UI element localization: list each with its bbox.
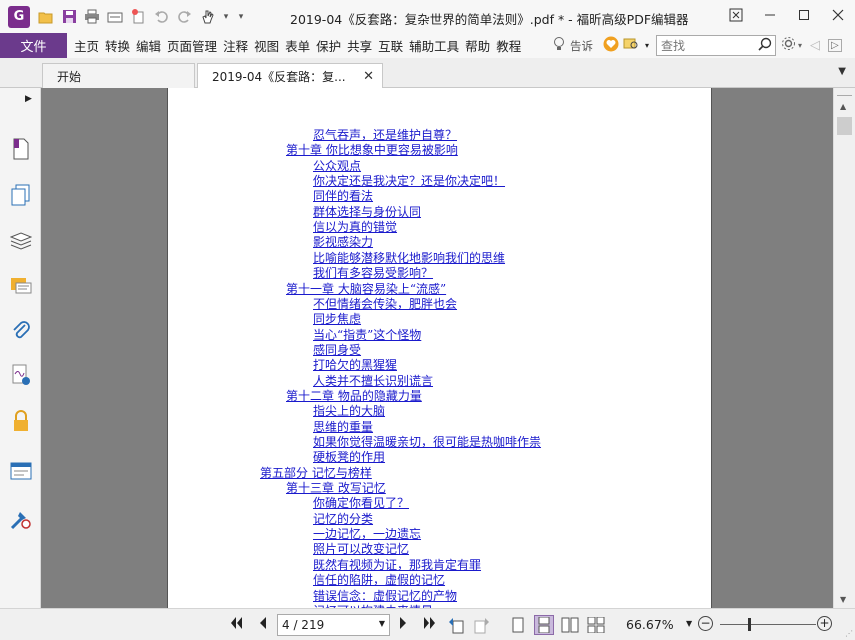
tell-me-label: 告诉 xyxy=(570,38,593,53)
search-icon[interactable] xyxy=(758,37,772,55)
hand-tool-icon[interactable] xyxy=(197,7,217,27)
expand-panel-icon[interactable]: ▶ xyxy=(25,94,32,104)
ribbon-toggle-icon[interactable] xyxy=(719,1,753,29)
ribbon-tabs: 主页 转换 编辑 页面管理 注释 视图 表单 保护 共享 互联 辅助工具 帮助 … xyxy=(71,36,524,55)
vertical-scrollbar[interactable]: ▲ ▼ xyxy=(833,88,855,608)
toc-link[interactable]: 第十章 你比想象中更容易被影响 xyxy=(286,141,458,158)
continuous-facing-view-icon[interactable] xyxy=(586,615,606,635)
zoom-slider-track[interactable] xyxy=(720,624,816,625)
ribbon-scroll-right-icon[interactable]: ▷ xyxy=(828,39,842,52)
zoom-out-icon[interactable]: − xyxy=(698,616,713,631)
close-icon[interactable] xyxy=(821,1,855,29)
file-menu-button[interactable]: 文件 xyxy=(0,33,67,58)
attachments-icon[interactable] xyxy=(10,320,32,342)
accessibility-check-icon[interactable] xyxy=(10,508,32,530)
last-page-icon[interactable] xyxy=(422,616,436,634)
scroll-up-icon[interactable]: ▲ xyxy=(840,102,846,111)
menu-view[interactable]: 视图 xyxy=(251,36,282,55)
page-dropdown-icon[interactable]: ▼ xyxy=(379,619,385,628)
lightbulb-icon xyxy=(552,36,566,55)
continuous-page-view-icon[interactable] xyxy=(534,615,554,635)
settings-gear-icon[interactable] xyxy=(781,36,796,55)
previous-page-icon[interactable] xyxy=(258,616,268,634)
menu-connect[interactable]: 互联 xyxy=(375,36,406,55)
new-document-icon[interactable] xyxy=(128,7,148,27)
tab-label: 2019-04《反套路：复... xyxy=(212,70,346,84)
find-options-icon[interactable] xyxy=(623,37,641,54)
menu-protect[interactable]: 保护 xyxy=(313,36,344,55)
security-lock-icon[interactable] xyxy=(10,410,32,432)
menu-tutorial[interactable]: 教程 xyxy=(493,36,524,55)
document-tab-bar: 开始 2019-04《反套路：复... ✕ ▼ xyxy=(0,58,855,89)
maximize-icon[interactable] xyxy=(787,1,821,29)
layers-icon[interactable] xyxy=(10,230,32,252)
print-icon[interactable] xyxy=(82,7,102,27)
scroll-down-icon[interactable]: ▼ xyxy=(840,595,846,604)
find-dropdown-icon[interactable]: ▾ xyxy=(645,41,649,50)
signatures-icon[interactable] xyxy=(10,364,32,386)
menu-comment[interactable]: 注释 xyxy=(220,36,251,55)
customize-toolbar-icon[interactable]: ▾ xyxy=(235,7,247,27)
split-handle[interactable] xyxy=(837,88,852,96)
tab-document[interactable]: 2019-04《反套路：复... ✕ xyxy=(197,63,383,89)
facing-pages-view-icon[interactable] xyxy=(560,615,580,635)
save-icon[interactable] xyxy=(59,7,79,27)
toolbar-dropdown-icon[interactable]: ▾ xyxy=(220,7,232,27)
page-number-value: 4 / 219 xyxy=(282,618,325,632)
menu-home[interactable]: 主页 xyxy=(71,36,102,55)
content-icon[interactable] xyxy=(10,460,32,482)
scan-icon[interactable] xyxy=(105,7,125,27)
menu-help[interactable]: 帮助 xyxy=(462,36,493,55)
comments-icon[interactable] xyxy=(10,276,32,298)
tab-list-dropdown-icon[interactable]: ▼ xyxy=(838,66,846,77)
settings-dropdown-icon[interactable]: ▾ xyxy=(798,41,802,50)
menu-share[interactable]: 共享 xyxy=(344,36,375,55)
previous-view-icon[interactable] xyxy=(446,615,466,635)
window-title: 2019-04《反套路：复杂世界的简单法则》.pdf * - 福昕高级PDF编辑… xyxy=(290,12,689,27)
document-view[interactable]: 忍气吞声，还是维护自尊？ 第十章 你比想象中更容易被影响 公众观点 你决定还是我决定？… xyxy=(41,88,833,608)
menu-tools: ▾ ◁ ▷ xyxy=(781,36,842,55)
menu-accessibility[interactable]: 辅助工具 xyxy=(406,36,462,55)
single-page-view-icon[interactable] xyxy=(508,615,528,635)
zoom-slider-handle[interactable] xyxy=(748,618,751,631)
tab-start[interactable]: 开始 xyxy=(42,63,195,88)
menu-bar: 文件 主页 转换 编辑 页面管理 注释 视图 表单 保护 共享 互联 辅助工具 … xyxy=(0,33,855,58)
menu-edit[interactable]: 编辑 xyxy=(133,36,164,55)
ribbon-scroll-left-icon[interactable]: ◁ xyxy=(810,38,820,53)
search-box[interactable] xyxy=(656,35,776,56)
app-logo-icon[interactable]: G xyxy=(8,5,30,28)
navigation-panel: ▶ xyxy=(0,88,41,608)
zoom-dropdown-icon[interactable]: ▼ xyxy=(686,619,692,628)
zoom-level[interactable]: 66.67% xyxy=(626,617,674,632)
heart-icon[interactable] xyxy=(603,36,619,55)
menu-organize[interactable]: 页面管理 xyxy=(164,36,220,55)
scroll-thumb[interactable] xyxy=(837,117,852,135)
menu-convert[interactable]: 转换 xyxy=(102,36,133,55)
next-view-icon[interactable] xyxy=(472,615,492,635)
first-page-icon[interactable] xyxy=(230,616,244,634)
pdf-page[interactable]: 忍气吞声，还是维护自尊？ 第十章 你比想象中更容易被影响 公众观点 你决定还是我决定？… xyxy=(167,88,712,608)
status-bar: 4 / 219 ▼ 66.67% ▼ − + ⋰ xyxy=(0,608,855,640)
quick-access-toolbar: ▾ ▾ xyxy=(36,7,247,27)
page-number-field[interactable]: 4 / 219 ▼ xyxy=(277,614,390,636)
bookmark-icon[interactable] xyxy=(10,138,32,160)
tell-me[interactable]: 告诉 ▾ xyxy=(552,33,649,58)
window-controls xyxy=(719,0,855,30)
redo-icon[interactable] xyxy=(174,7,194,27)
minimize-icon[interactable] xyxy=(753,1,787,29)
title-bar: G ▾ ▾ 2019-04《反套路：复杂世界的简单法则》.pdf * - 福昕高… xyxy=(0,0,855,33)
search-input[interactable] xyxy=(661,38,757,53)
page-thumbnails-icon[interactable] xyxy=(10,184,32,206)
menu-form[interactable]: 表单 xyxy=(282,36,313,55)
open-folder-icon[interactable] xyxy=(36,7,56,27)
resize-grip-icon[interactable]: ⋰ xyxy=(845,629,853,638)
tab-close-icon[interactable]: ✕ xyxy=(363,69,374,84)
zoom-in-icon[interactable]: + xyxy=(817,616,832,631)
next-page-icon[interactable] xyxy=(398,616,408,634)
undo-icon[interactable] xyxy=(151,7,171,27)
tab-label: 开始 xyxy=(57,69,82,84)
